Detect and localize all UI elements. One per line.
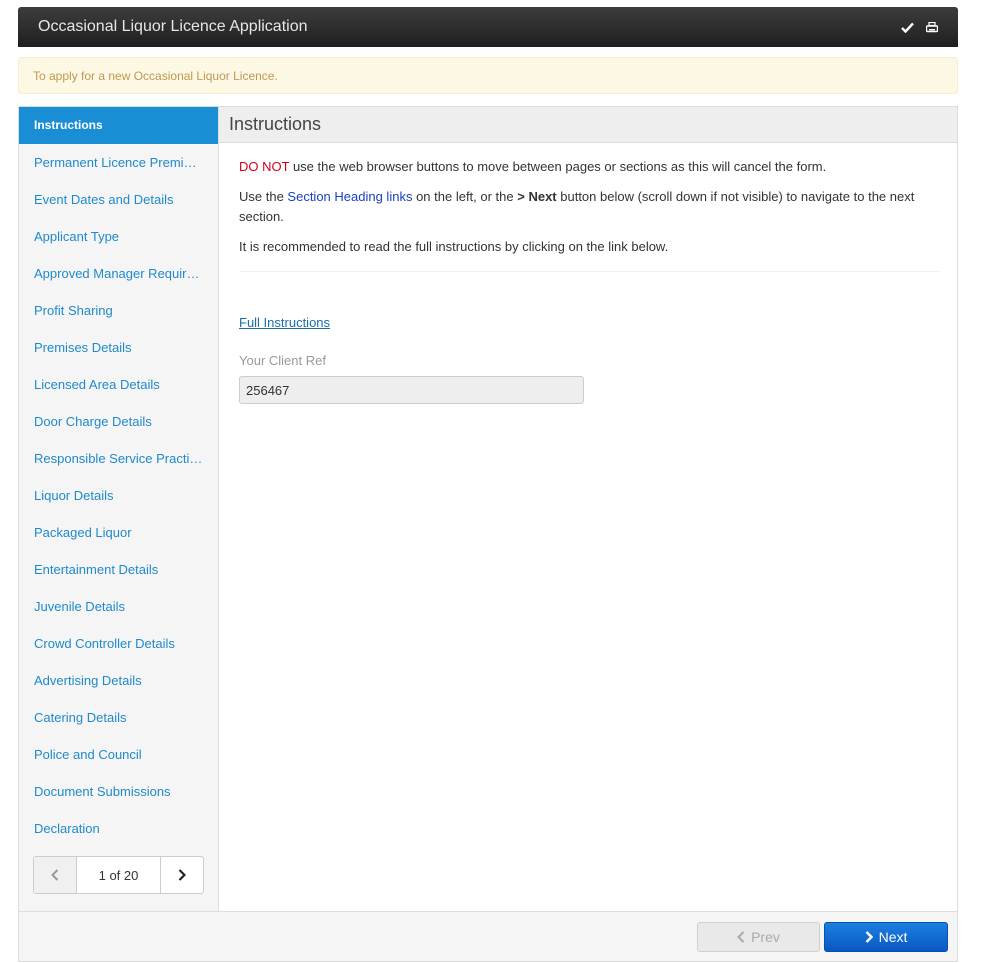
prev-button[interactable]: Prev (697, 922, 820, 952)
navigation-text-mid: on the left, or the (412, 189, 518, 204)
print-icon[interactable] (926, 21, 938, 33)
section-heading: Instructions (219, 107, 957, 143)
chevron-right-icon (865, 931, 873, 943)
info-banner: To apply for a new Occasional Liquor Lic… (18, 57, 958, 94)
sidebar-item-responsible-service[interactable]: Responsible Service Practices (19, 440, 218, 477)
chevron-right-icon (178, 869, 186, 881)
navigation-text-pre: Use the (239, 189, 288, 204)
full-instructions-link[interactable]: Full Instructions (239, 315, 330, 330)
sidebar-item-document-submissions[interactable]: Document Submissions (19, 773, 218, 810)
pager-next-button[interactable] (160, 857, 203, 893)
sidebar-item-packaged-liquor[interactable]: Packaged Liquor (19, 514, 218, 551)
info-banner-text: To apply for a new Occasional Liquor Lic… (33, 68, 278, 83)
sidebar-item-liquor-details[interactable]: Liquor Details (19, 477, 218, 514)
sidebar-item-approved-manager[interactable]: Approved Manager Requirements (19, 255, 218, 292)
recommend-paragraph: It is recommended to read the full instr… (239, 239, 669, 254)
sidebar-item-catering[interactable]: Catering Details (19, 699, 218, 736)
sidebar-item-premises-details[interactable]: Premises Details (19, 329, 218, 366)
title-toolbar (901, 21, 938, 33)
next-button-label: Next (878, 929, 908, 945)
client-ref-input[interactable] (239, 376, 584, 404)
sidebar-item-permanent-licence-premises[interactable]: Permanent Licence Premises (19, 144, 218, 181)
client-ref-label: Your Client Ref (239, 353, 326, 368)
form-footer: Prev Next (19, 911, 957, 961)
app-title-bar: Occasional Liquor Licence Application (18, 7, 958, 47)
sidebar-item-juvenile[interactable]: Juvenile Details (19, 588, 218, 625)
sidebar-item-licensed-area[interactable]: Licensed Area Details (19, 366, 218, 403)
divider (239, 271, 939, 272)
form-panel: Instructions Permanent Licence Premises … (18, 106, 958, 962)
check-icon[interactable] (901, 22, 914, 33)
sidebar-item-profit-sharing[interactable]: Profit Sharing (19, 292, 218, 329)
sidebar-item-applicant-type[interactable]: Applicant Type (19, 218, 218, 255)
navigation-paragraph: Use the Section Heading links on the lef… (239, 187, 939, 227)
warning-paragraph: DO NOT use the web browser buttons to mo… (239, 157, 939, 177)
sidebar-item-police-council[interactable]: Police and Council (19, 736, 218, 773)
chevron-left-icon (737, 931, 745, 943)
warning-rest-text: use the web browser buttons to move betw… (289, 159, 827, 174)
sidebar-item-instructions[interactable]: Instructions (19, 107, 218, 144)
sidebar-item-advertising[interactable]: Advertising Details (19, 662, 218, 699)
sidebar-item-entertainment[interactable]: Entertainment Details (19, 551, 218, 588)
sidebar-item-crowd-controller[interactable]: Crowd Controller Details (19, 625, 218, 662)
prev-button-label: Prev (751, 929, 780, 945)
pager-prev-button[interactable] (34, 857, 77, 893)
next-button[interactable]: Next (824, 922, 948, 952)
sidebar-item-event-dates[interactable]: Event Dates and Details (19, 181, 218, 218)
next-reference-text: > Next (517, 189, 557, 204)
section-sidebar: Instructions Permanent Licence Premises … (19, 107, 219, 911)
sidebar-item-declaration[interactable]: Declaration (19, 810, 218, 847)
section-heading-links-text: Section Heading links (287, 189, 413, 204)
chevron-left-icon (51, 869, 59, 881)
warning-text: DO NOT (239, 159, 290, 174)
sidebar-item-door-charge[interactable]: Door Charge Details (19, 403, 218, 440)
app-title: Occasional Liquor Licence Application (38, 18, 308, 35)
section-pager: 1 of 20 (33, 856, 204, 894)
pager-count: 1 of 20 (98, 867, 139, 883)
